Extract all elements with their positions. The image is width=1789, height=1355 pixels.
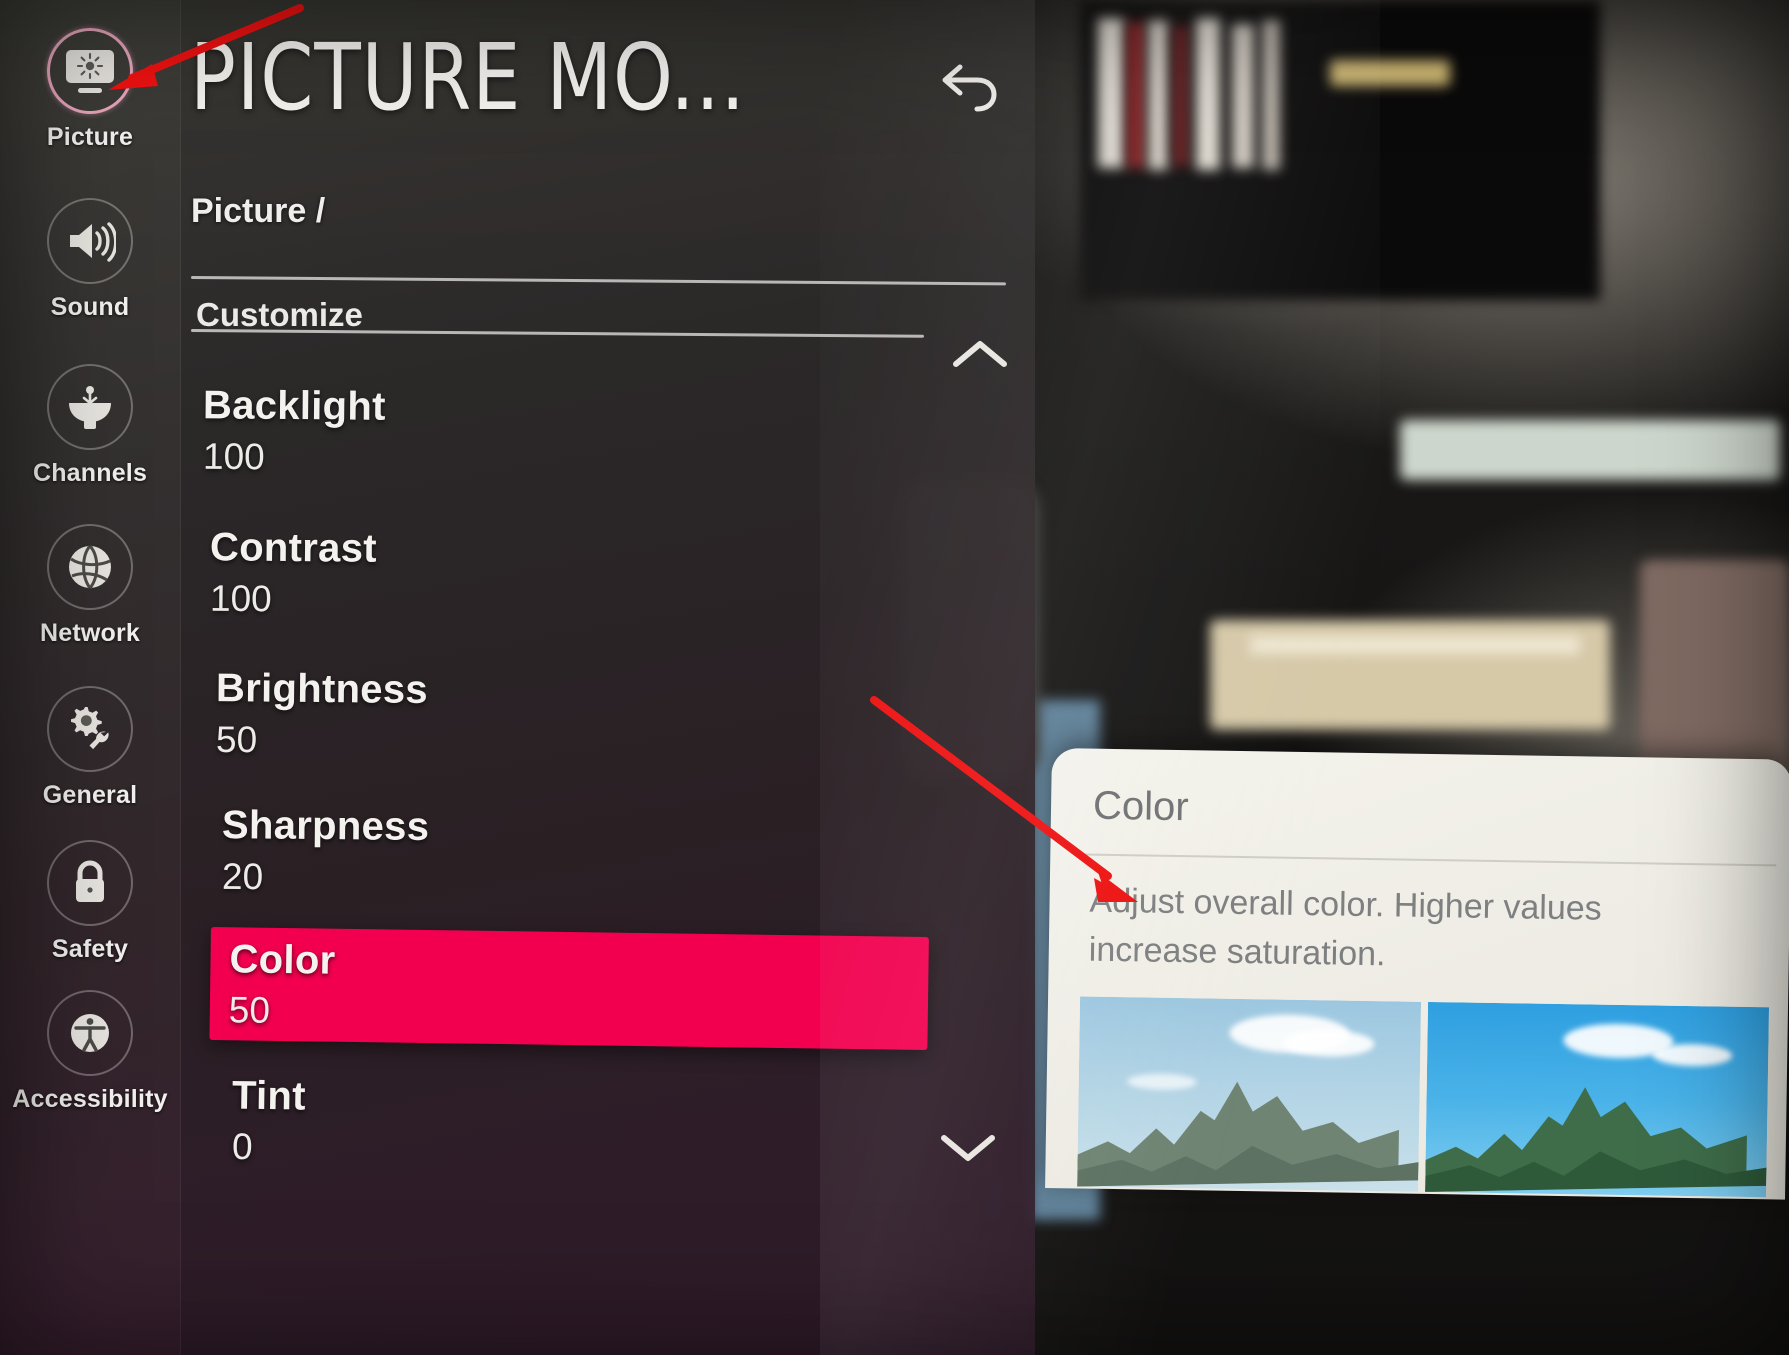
setting-value: 100 — [209, 577, 272, 620]
preview-desaturated — [1077, 996, 1422, 1192]
chevron-up-icon — [953, 341, 1007, 367]
help-tooltip-card: Color Adjust overall color. Higher value… — [1045, 748, 1789, 1200]
tv-settings-screen: Picture Sound Channels Network General S… — [0, 0, 1789, 1355]
sidebar-item-sound[interactable]: Sound — [0, 198, 180, 322]
setting-value: 50 — [228, 989, 271, 1031]
back-button[interactable] — [938, 58, 1002, 116]
sidebar-item-label: Sound — [50, 293, 130, 321]
setting-row-brightness[interactable]: Brightness 50 — [0, 653, 1035, 793]
setting-row-tint[interactable]: Tint 0 — [0, 1060, 1035, 1200]
setting-row-color[interactable]: Color 50 — [209, 927, 929, 1051]
sidebar-item-picture[interactable]: Picture — [0, 28, 180, 152]
setting-value: 20 — [221, 855, 264, 898]
breadcrumb: Picture / — [191, 192, 326, 230]
undo-arrow-icon — [942, 64, 997, 112]
setting-name: Brightness — [215, 666, 429, 712]
page-title: PICTURE MO... — [190, 24, 746, 131]
setting-row-backlight[interactable]: Backlight 100 — [0, 370, 1035, 510]
setting-name: Sharpness — [221, 803, 430, 849]
tooltip-divider — [1076, 853, 1777, 867]
speaker-icon — [47, 198, 133, 284]
setting-name: Color — [229, 937, 336, 983]
setting-row-contrast[interactable]: Contrast 100 — [0, 512, 1035, 652]
section-label: Customize — [196, 300, 363, 328]
setting-value: 100 — [202, 435, 265, 478]
setting-value: 0 — [231, 1125, 253, 1168]
preview-saturated — [1425, 1001, 1770, 1198]
setting-name: Tint — [231, 1073, 307, 1119]
sidebar-item-label: Safety — [51, 935, 129, 963]
sidebar-item-label: Picture — [46, 123, 134, 151]
setting-name: Backlight — [202, 383, 386, 429]
tooltip-body: Adjust overall color. Higher values incr… — [1088, 881, 1602, 974]
tooltip-title: Color — [1092, 783, 1190, 830]
picture-brightness-icon — [47, 28, 133, 114]
setting-row-sharpness[interactable]: Sharpness 20 — [0, 790, 1035, 930]
setting-name: Contrast — [209, 525, 378, 571]
tooltip-previews — [1077, 996, 1770, 1198]
setting-value: 50 — [215, 718, 258, 761]
